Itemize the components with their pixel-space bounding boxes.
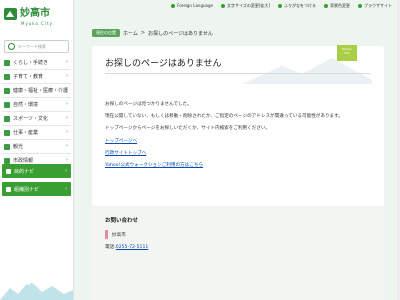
chevron-right-icon: › bbox=[65, 168, 67, 174]
organization-navi-button[interactable]: 組織別ナビ › bbox=[2, 182, 71, 196]
yahoo-link[interactable]: Yahoo!公式ウォークションご利用の方はこちら bbox=[105, 162, 203, 168]
briefcase-icon bbox=[4, 129, 10, 136]
chevron-right-icon: › bbox=[66, 157, 68, 163]
ruby-icon bbox=[278, 3, 282, 8]
sidebar-item-label: 子育て・教育 bbox=[13, 74, 44, 80]
contact-accent-bar bbox=[105, 230, 108, 239]
breadcrumb-current: お探しのページはありません bbox=[148, 30, 213, 37]
logo-text: 妙高市 bbox=[20, 8, 50, 19]
camera-icon bbox=[4, 143, 10, 150]
breadcrumb-separator: > bbox=[140, 30, 146, 36]
sidebar-item-label: 健康・福祉・医療・介護 bbox=[13, 88, 69, 94]
sports-icon bbox=[4, 115, 10, 122]
breadcrumb-home[interactable]: ホーム bbox=[123, 30, 138, 37]
organization-navi-label: 組織別ナビ bbox=[14, 186, 40, 193]
contact-heading: お問い合わせ bbox=[105, 218, 139, 224]
admin-top-link[interactable]: 行政サイトトップへ bbox=[105, 150, 146, 156]
leaf-icon bbox=[4, 101, 10, 108]
mountain-illustration bbox=[0, 280, 73, 300]
color-label: 背景色変更 bbox=[330, 2, 350, 8]
mountain-logo-icon bbox=[4, 8, 17, 20]
font-size-label: 文字サイズの変更[拡大] bbox=[226, 2, 270, 8]
font-size-link[interactable]: 文字サイズの変更[拡大] bbox=[220, 2, 270, 9]
sidebar-item-label: 自然・環境 bbox=[13, 102, 39, 108]
house-icon bbox=[4, 59, 10, 66]
sidebar-item-tourism[interactable]: 観光 › bbox=[2, 140, 71, 154]
sidebar-item-label: 市政情報 bbox=[13, 158, 34, 164]
chevron-right-icon: › bbox=[65, 186, 67, 192]
ruby-link[interactable]: ふりがなをつける bbox=[278, 3, 316, 9]
chevron-right-icon: › bbox=[66, 73, 68, 79]
palette-icon bbox=[324, 3, 328, 8]
flag-line2: City bbox=[344, 51, 350, 55]
chevron-right-icon: › bbox=[66, 143, 68, 149]
sidebar-item-label: くらし・手続き bbox=[13, 60, 49, 66]
ruby-label: ふりがなをつける bbox=[284, 2, 316, 8]
sidebar-item-health[interactable]: 健康・福祉・医療・介護 › bbox=[2, 84, 71, 98]
contact-section: お問い合わせ 妙高市 電話:0255-72-5111 bbox=[92, 206, 384, 300]
sidebar-item-living[interactable]: くらし・手続き › bbox=[2, 56, 71, 70]
browser-label: ブラウザサイト bbox=[364, 2, 392, 8]
sidebar-item-work[interactable]: 仕事・産業 › bbox=[2, 126, 71, 140]
color-link[interactable]: 背景色変更 bbox=[324, 3, 350, 9]
search-icon bbox=[8, 43, 15, 50]
sidebar-item-label: スポーツ・文化 bbox=[13, 116, 48, 122]
page-title: お探しのページはありません bbox=[105, 59, 222, 69]
sidebar-item-label: 観光 bbox=[13, 144, 24, 150]
main-content-card: Myoko City お探しのページはありません お探しのページは見つかりません… bbox=[92, 45, 384, 300]
breadcrumb: 現在の位置 ホーム > お探しのページはありません bbox=[92, 29, 213, 37]
title-divider bbox=[105, 73, 370, 74]
city-flag-badge: Myoko City bbox=[337, 45, 357, 61]
phone-number-link[interactable]: 0255-72-5111 bbox=[116, 245, 149, 250]
sidebar-nav: くらし・手続き › 子育て・教育 › 健康・福祉・医療・介護 › 自然・環境 › スポー… bbox=[2, 56, 71, 168]
logo-subtitle: Myoko City bbox=[21, 21, 53, 26]
text-size-icon bbox=[220, 3, 225, 8]
building-icon bbox=[4, 157, 10, 164]
foreign-language-link[interactable]: Foreign Language bbox=[171, 3, 213, 8]
chevron-right-icon: › bbox=[66, 87, 68, 93]
chevron-right-icon: › bbox=[66, 129, 68, 135]
breadcrumb-badge: 現在の位置 bbox=[92, 29, 120, 37]
sidebar-item-sports[interactable]: スポーツ・文化 › bbox=[2, 112, 71, 126]
browser-link[interactable]: ブラウザサイト bbox=[358, 3, 392, 9]
message-not-found: お探しのページは見つかりませんでした。 bbox=[105, 102, 192, 107]
sidebar-item-nature[interactable]: 自然・環境 › bbox=[2, 98, 71, 112]
chevron-right-icon: › bbox=[66, 101, 68, 107]
sidebar: 妙高市 Myoko City キーワード検索 くらし・手続き › 子育て・教育 › … bbox=[0, 0, 74, 300]
sidebar-item-label: 仕事・産業 bbox=[13, 130, 39, 136]
top-utility-bar: Foreign Language 文字サイズの変更[拡大] ふりがなをつける 背… bbox=[74, 0, 400, 11]
purpose-navi-label: 目的ナビ bbox=[14, 168, 35, 175]
chevron-right-icon: › bbox=[66, 59, 68, 65]
contact-phone: 電話:0255-72-5111 bbox=[105, 245, 149, 250]
foreign-language-label: Foreign Language bbox=[177, 3, 213, 8]
sidebar-item-childcare[interactable]: 子育て・教育 › bbox=[2, 70, 71, 84]
contact-org: 妙高市 bbox=[112, 233, 126, 238]
chevron-right-icon: › bbox=[66, 115, 68, 121]
child-icon bbox=[4, 73, 10, 80]
health-icon bbox=[4, 87, 10, 94]
phone-label: 電話 bbox=[105, 245, 115, 250]
message-reason: 現在公開していない、もしくは移動・削除されたか、ご指定のページのアドレスが間違っ… bbox=[105, 114, 343, 119]
search-input[interactable]: キーワード検索 bbox=[4, 40, 69, 53]
purpose-navi-button[interactable]: 目的ナビ › bbox=[2, 164, 71, 178]
browser-icon bbox=[358, 3, 362, 8]
message-suggestion: トップページからページをお探しいただくか、サイト内検索をご利用ください。 bbox=[105, 126, 271, 131]
navi-icon bbox=[6, 168, 11, 174]
site-logo[interactable]: 妙高市 bbox=[4, 8, 50, 20]
search-placeholder: キーワード検索 bbox=[18, 43, 46, 49]
top-page-link[interactable]: トップページへ bbox=[105, 138, 137, 144]
globe-icon bbox=[171, 3, 176, 8]
org-icon bbox=[6, 186, 11, 192]
